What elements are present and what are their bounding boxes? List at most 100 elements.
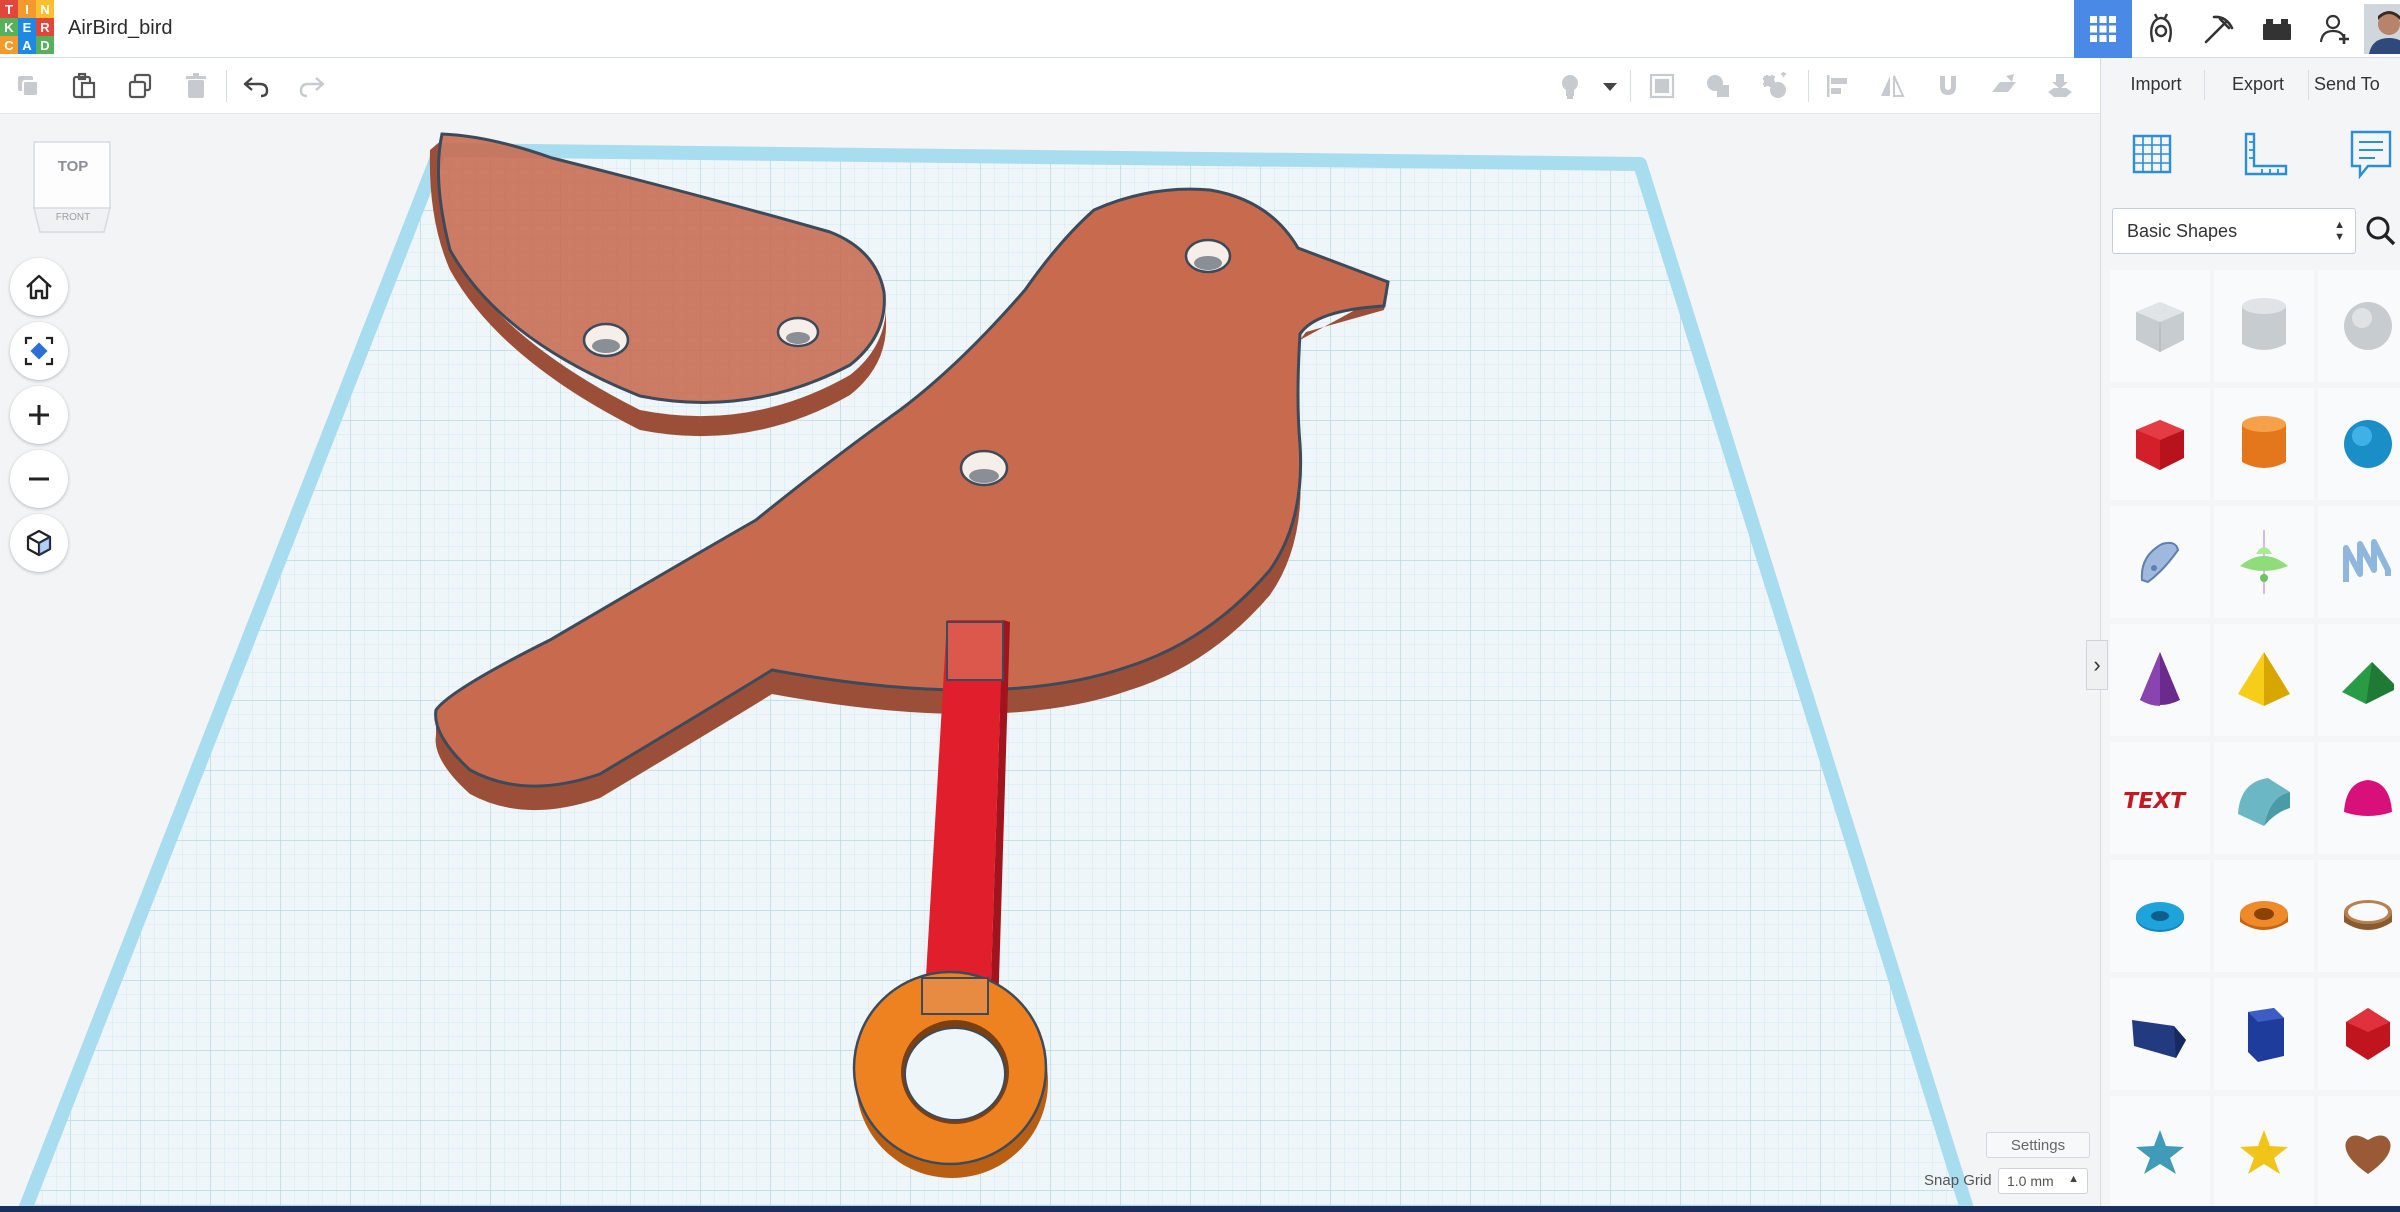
ungroup-button[interactable] (1698, 66, 1738, 106)
shape-text-3d[interactable] (2318, 506, 2400, 618)
perspective-button[interactable] (10, 514, 68, 572)
copy-button[interactable] (8, 66, 48, 106)
drop-button[interactable] (2040, 66, 2080, 106)
avatar[interactable] (2364, 4, 2400, 54)
mirror-button[interactable] (1872, 66, 1912, 106)
fit-view-button[interactable] (10, 322, 68, 380)
project-title[interactable]: AirBird_bird (68, 14, 172, 42)
logo-letter: C (0, 36, 18, 54)
view-cube-front-label[interactable]: FRONT (30, 212, 116, 223)
shape-scribble[interactable] (2110, 506, 2210, 618)
cruise-button[interactable] (1928, 66, 1968, 106)
bottom-edge (0, 1206, 2400, 1212)
ruler-button[interactable] (2236, 128, 2292, 184)
cone-icon (2140, 652, 2180, 706)
snap-grid-label: Snap Grid (1924, 1172, 1992, 1189)
settings-button[interactable]: Settings (1986, 1132, 2090, 1158)
paste-button[interactable] (64, 66, 104, 106)
redo-button[interactable] (292, 66, 332, 106)
paraboloid-icon (2344, 780, 2392, 816)
ruler-icon (2244, 132, 2288, 176)
shape-tube[interactable] (2214, 860, 2314, 972)
paste-icon (72, 72, 96, 99)
align-button[interactable] (1818, 66, 1858, 106)
add-user-button[interactable] (2306, 0, 2364, 58)
box-hole-icon (2136, 302, 2184, 352)
export-button[interactable]: Export (2210, 68, 2306, 100)
shape-sphere-hole[interactable] (2318, 270, 2400, 382)
workplane-icon (1992, 74, 2016, 92)
group-button[interactable] (1642, 66, 1682, 106)
view-cube-top-label[interactable]: TOP (30, 158, 116, 175)
perspective-icon (26, 529, 52, 557)
logo-letter: K (0, 18, 18, 36)
delete-button[interactable] (176, 66, 216, 106)
zoom-out-button[interactable] (10, 450, 68, 508)
roof-icon (2342, 662, 2394, 704)
copy-icon (18, 76, 39, 97)
search-shapes-button[interactable] (2364, 208, 2400, 254)
shape-star-gold[interactable] (2214, 1096, 2314, 1208)
solid-hole-button[interactable] (1754, 66, 1794, 106)
shape-ring[interactable] (2318, 860, 2400, 972)
toolbar-divider (1808, 70, 1809, 102)
notes-icon (2350, 130, 2392, 180)
shape-icosahedron[interactable] (2318, 978, 2400, 1090)
wave-icon (2343, 539, 2391, 582)
align-icon (1827, 75, 1847, 97)
tinker-button[interactable] (2132, 0, 2190, 58)
select-arrows-icon: ▲ ▼ (2334, 219, 2345, 243)
shape-cylinder-hole[interactable] (2214, 270, 2314, 382)
light-dropdown-button[interactable] (1596, 66, 1624, 106)
logo-letter: N (36, 0, 54, 18)
magnet-icon (1940, 76, 1956, 95)
chevron-right-icon: › (2093, 652, 2101, 677)
3d-scene[interactable] (0, 114, 2100, 1212)
snap-grid-select[interactable]: 1.0 mm ▲ (1998, 1168, 2088, 1194)
build-button[interactable] (2190, 0, 2248, 58)
logo-letter: I (18, 0, 36, 18)
shape-heart[interactable] (2318, 1096, 2400, 1208)
shape-roof[interactable] (2318, 624, 2400, 736)
tinkercad-logo[interactable]: T I N K E R C A D (0, 0, 54, 56)
undo-button[interactable] (236, 66, 276, 106)
workplane-button[interactable] (1984, 66, 2024, 106)
panel-collapse-button[interactable]: › (2086, 640, 2108, 690)
duplicate-button[interactable] (120, 66, 160, 106)
shape-box-hole[interactable] (2110, 270, 2210, 382)
workplane-canvas[interactable] (0, 114, 2100, 1212)
import-button[interactable]: Import (2110, 68, 2202, 100)
ring-shape[interactable] (852, 970, 1048, 1178)
tinker-gear-icon (2150, 13, 2172, 43)
shape-cylinder[interactable] (2214, 388, 2314, 500)
grid-view-button[interactable] (2074, 0, 2132, 58)
send-to-button[interactable]: Send To (2314, 68, 2400, 100)
home-view-button[interactable] (10, 258, 68, 316)
shape-polygon[interactable] (2214, 978, 2314, 1090)
redo-icon (299, 77, 325, 98)
logo-letter: D (36, 36, 54, 54)
add-user-icon (2319, 14, 2349, 44)
zoom-in-button[interactable] (10, 386, 68, 444)
shape-torus[interactable] (2110, 860, 2210, 972)
blocks-button[interactable] (2248, 0, 2306, 58)
light-bulb-button[interactable] (1550, 66, 1590, 106)
fit-icon (24, 336, 54, 366)
shape-category-select[interactable]: Basic Shapes ▲ ▼ (2112, 208, 2356, 254)
shape-box[interactable] (2110, 388, 2210, 500)
shape-cone[interactable] (2110, 624, 2210, 736)
shape-pyramid[interactable] (2214, 624, 2314, 736)
shape-category-value: Basic Shapes (2127, 220, 2238, 241)
shape-graph[interactable] (2214, 506, 2314, 618)
shape-star[interactable] (2110, 1096, 2210, 1208)
shape-paraboloid[interactable] (2318, 742, 2400, 854)
shape-half-cylinder[interactable] (2214, 742, 2314, 854)
workplane-grid-button[interactable] (2126, 128, 2178, 180)
home-icon (26, 274, 52, 300)
shape-text[interactable]: TEXT (2110, 742, 2210, 854)
sphere-icon (2344, 420, 2392, 468)
shape-wedge[interactable] (2110, 978, 2210, 1090)
shape-sphere[interactable] (2318, 388, 2400, 500)
notes-button[interactable] (2346, 126, 2400, 186)
toolbar-divider (1630, 70, 1631, 102)
